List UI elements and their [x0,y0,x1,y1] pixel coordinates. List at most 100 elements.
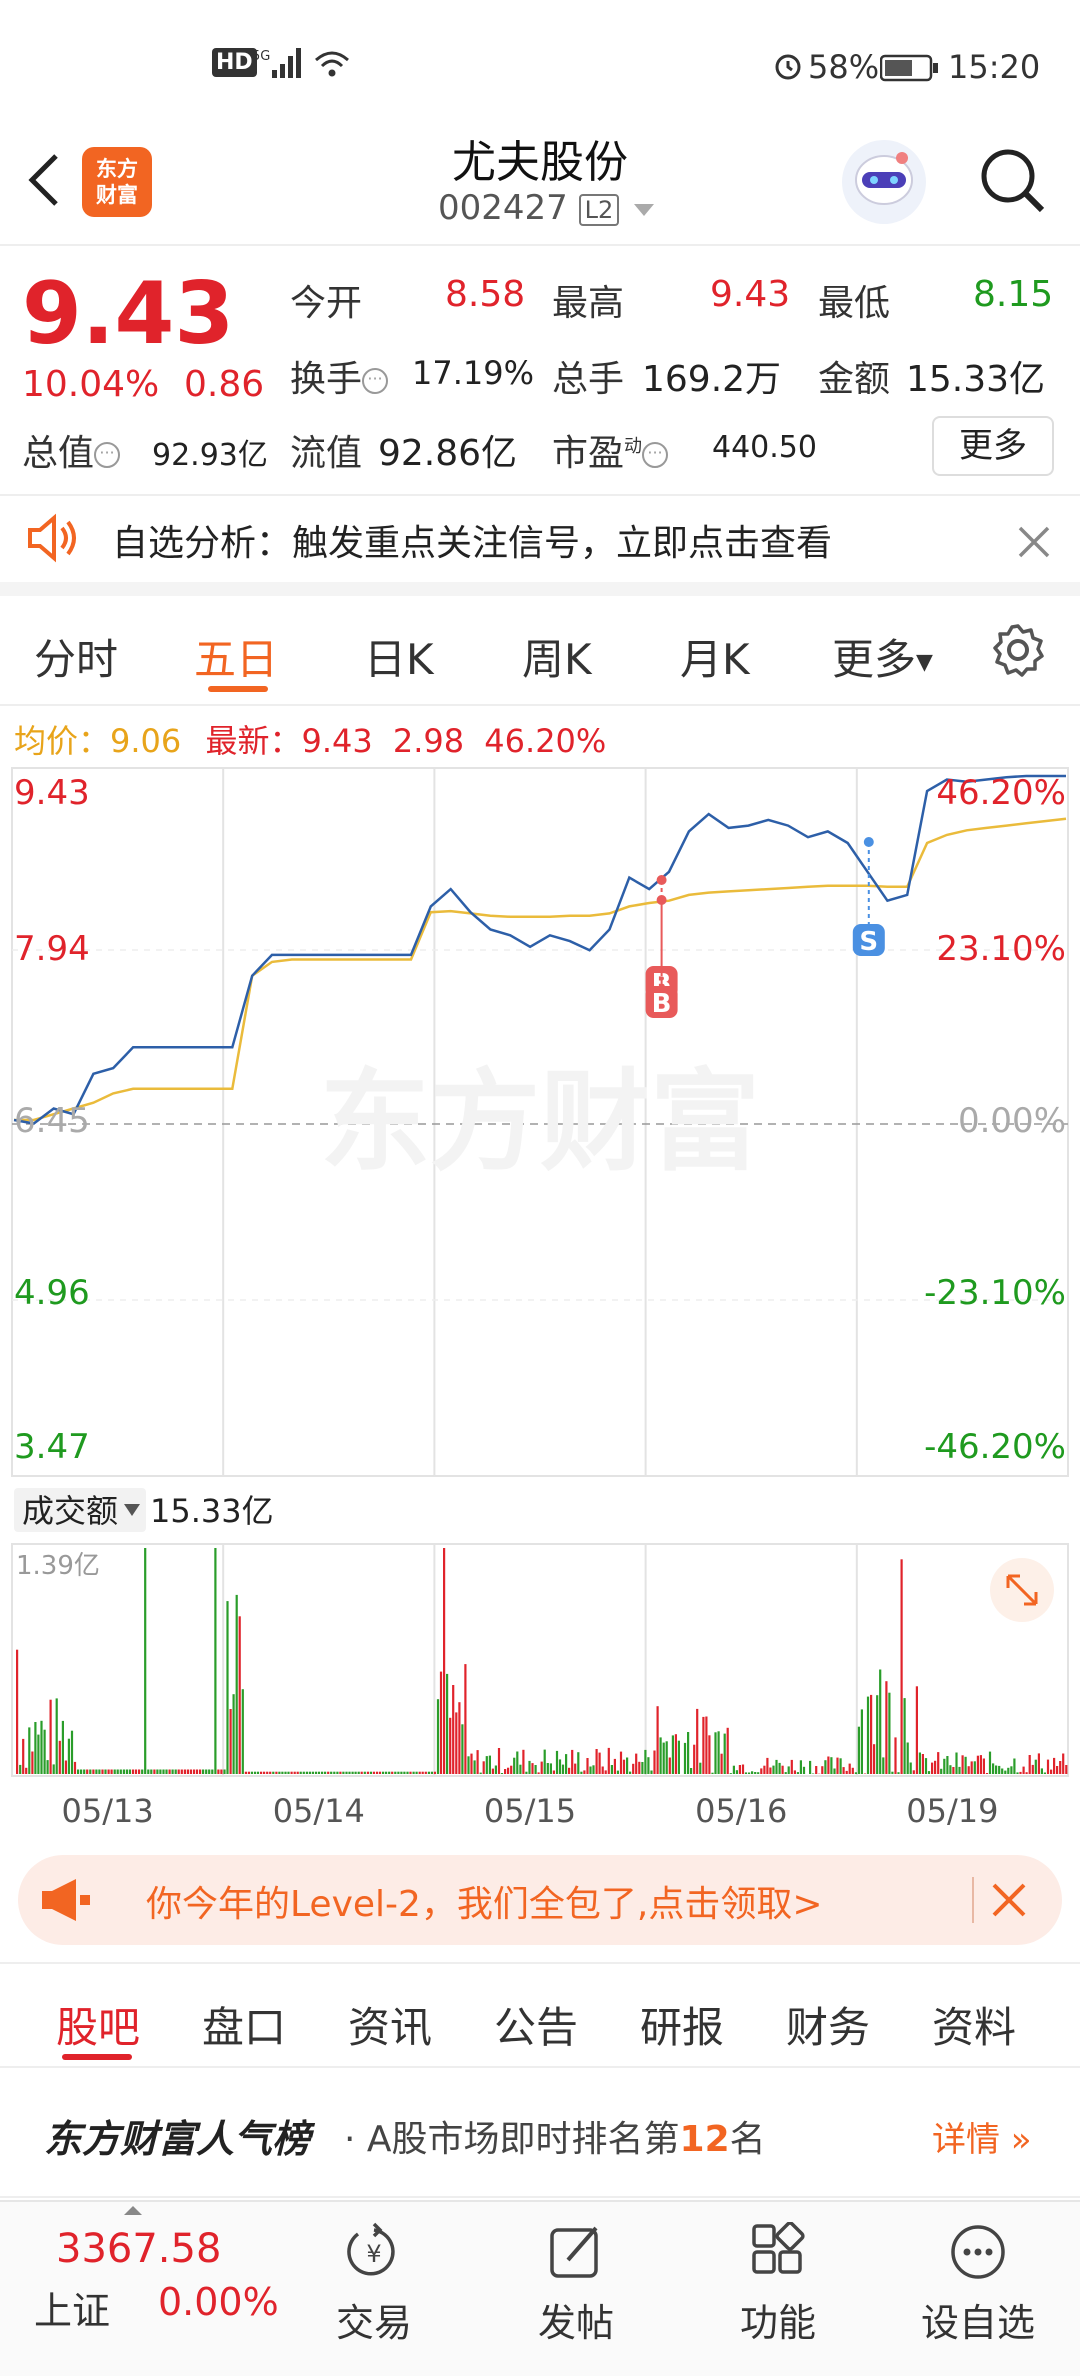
volume-bar [802,1766,806,1774]
volume-bar [113,1769,116,1774]
marker-dot [656,895,667,905]
close-icon[interactable] [988,1879,1030,1925]
volume-bar [260,1771,263,1774]
volume-bar [238,1616,241,1774]
pe-value: 440.50 [712,430,817,465]
volume-total: 15.33亿 [150,1492,274,1530]
robot-assistant-icon[interactable] [842,140,926,224]
tab-pankou[interactable]: 盘口 [202,1994,286,2055]
y-tick-left: 3.47 [14,1427,90,1467]
y-tick-right: 23.10% [936,929,1066,969]
volume-bar [763,1765,766,1774]
nav-trade[interactable]: ¥ 交易 [314,2222,434,2347]
volume-bar [272,1771,275,1774]
five-day-chart[interactable]: 东方财富 BBS 9.43 46.20%7.94 23.10%6.45 0.00%4.… [0,760,1080,1850]
index-value[interactable]: 3367.58 [56,2226,221,2272]
expand-icon[interactable] [990,1558,1054,1622]
popularity-ranking-bar[interactable]: 东方财富人气榜 · A股市场即时排名第12名 详情 » [0,2068,1080,2198]
volume-bar [31,1751,34,1774]
volume-bar [192,1769,196,1774]
volume-bar [659,1737,662,1774]
volume-bar [311,1771,314,1774]
volume-selector[interactable]: 成交额 [14,1488,146,1532]
volume-bar [388,1771,391,1774]
high-value: 9.43 [710,274,791,315]
volume-bar [998,1765,1001,1774]
volume-bar [836,1757,839,1774]
volume-bar [247,1771,250,1774]
volume-bar [516,1751,519,1774]
volume-bar [610,1765,613,1774]
day-separators [222,768,858,1776]
volume-bar [427,1771,430,1774]
marker-dot [863,837,874,847]
volume-bar [110,1769,113,1774]
analysis-notice-bar[interactable]: 自选分析：触发重点关注信号，立即点击查看 [0,496,1080,596]
volume-bar [80,1769,83,1774]
nav-post[interactable]: 发帖 [516,2222,636,2347]
volume-bar [702,1716,705,1774]
hd-icon: HD [212,48,257,77]
y-tick-left: 4.96 [14,1273,90,1313]
index-change[interactable]: 0.00% [158,2280,279,2324]
volume-bar [455,1712,458,1774]
volume-bar [995,1765,998,1774]
volume-bar [443,1548,446,1774]
volume-bar [266,1771,269,1774]
volume-bar [263,1771,266,1774]
tab-finance[interactable]: 财务 [786,1994,870,2055]
more-quote-button[interactable]: 更多 [932,416,1054,476]
tab-profile[interactable]: 资料 [932,1994,1016,2055]
chart-period-tabs: 分时 五日 日K 周K 月K 更多▼ [0,596,1080,706]
nav-functions[interactable]: 功能 [718,2222,838,2347]
volume-bar [687,1732,690,1774]
volume-bar [748,1772,751,1774]
level2-promo-banner[interactable]: 你今年的Level-2，我们全包了,点击领取> [18,1855,1062,1945]
market-cap-label[interactable]: 总值 ··· [22,424,121,476]
volume-bar [1004,1770,1007,1774]
tab-monthly-k[interactable]: 月K [680,626,750,687]
volume-bar [433,1771,436,1774]
volume-bar [934,1760,937,1774]
search-icon[interactable] [976,144,1048,220]
nav-add-watchlist[interactable]: 设自选 [918,2222,1038,2347]
volume-bar [653,1750,656,1774]
volume-bar [162,1769,165,1774]
stock-code-selector[interactable]: 002427 L2 [438,188,655,228]
volume-bar [732,1765,735,1774]
volume-bar [833,1768,836,1774]
speaker-icon [24,512,82,568]
tab-research[interactable]: 研报 [640,1994,724,2055]
gear-icon[interactable] [990,622,1046,682]
tab-more[interactable]: 更多▼ [832,626,933,687]
pe-label[interactable]: 市盈动 ··· [552,424,669,476]
volume-bar [290,1771,293,1774]
tab-daily-k[interactable]: 日K [364,626,434,687]
volume-bar [275,1771,278,1774]
tab-guba[interactable]: 股吧 [56,1994,140,2055]
volume-bar [1031,1764,1034,1774]
volume-bar [711,1772,714,1774]
ranking-detail-link[interactable]: 详情 » [932,2112,1032,2161]
tab-news[interactable]: 资讯 [348,1994,432,2055]
latest-change: 2.98 [392,722,465,760]
volume-bar [205,1769,208,1774]
tab-five-day[interactable]: 五日 [194,626,278,687]
volume-bar [784,1772,787,1774]
volume-bar [650,1770,653,1774]
volume-bar [424,1771,427,1774]
volume-label: 总手 [552,359,625,400]
battery-icon [879,52,940,90]
volume-bar [757,1772,760,1774]
index-name[interactable]: 上证 [34,2280,110,2335]
volume-bar [632,1763,635,1774]
volume-bar [253,1771,257,1774]
volume-bar [882,1757,885,1774]
volume-bar [19,1764,22,1774]
close-icon[interactable] [1016,524,1052,564]
volume-bar [403,1771,406,1774]
tab-intraday[interactable]: 分时 [34,626,118,687]
tab-weekly-k[interactable]: 周K [522,626,592,687]
tab-announcements[interactable]: 公告 [494,1994,578,2055]
turnover-label[interactable]: 换手 ··· [290,350,389,402]
